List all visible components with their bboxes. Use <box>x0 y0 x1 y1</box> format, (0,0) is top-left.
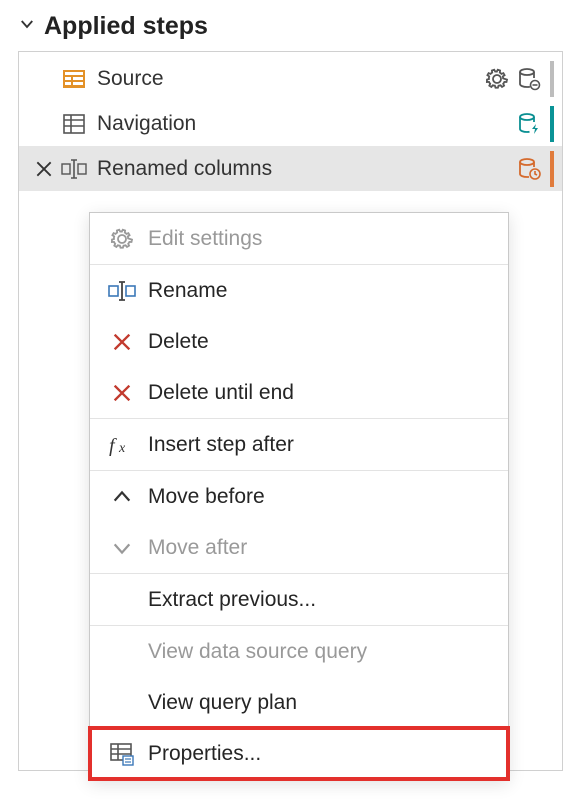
step-label: Navigation <box>97 112 516 136</box>
menu-label: Properties... <box>148 742 261 766</box>
menu-label: View query plan <box>148 691 297 715</box>
step-navigation[interactable]: Navigation <box>19 101 562 146</box>
menu-label: Delete <box>148 330 209 354</box>
step-actions <box>516 151 554 187</box>
step-marker <box>550 106 554 142</box>
menu-edit-settings: Edit settings <box>90 213 508 264</box>
menu-rename[interactable]: Rename <box>90 265 508 316</box>
menu-delete[interactable]: Delete <box>90 316 508 367</box>
section-title: Applied steps <box>44 12 208 41</box>
menu-label: View data source query <box>148 640 367 664</box>
source-table-icon <box>61 66 87 92</box>
db-minus-icon[interactable] <box>516 66 542 92</box>
menu-label: Delete until end <box>148 381 294 405</box>
menu-extract-previous[interactable]: Extract previous... <box>90 574 508 625</box>
context-menu: Edit settings Rename Delete <box>89 212 509 780</box>
menu-label: Move before <box>148 485 265 509</box>
close-icon[interactable] <box>33 158 55 180</box>
table-icon <box>61 111 87 137</box>
blank-icon <box>104 585 140 615</box>
rename-column-icon <box>61 156 87 182</box>
applied-steps-panel: Source <box>18 51 563 771</box>
gear-icon <box>104 224 140 254</box>
delete-x-icon <box>104 327 140 357</box>
fx-icon: f x <box>104 430 140 460</box>
blank-icon <box>104 637 140 667</box>
menu-properties[interactable]: Properties... <box>90 728 508 779</box>
menu-view-query-plan[interactable]: View query plan <box>90 677 508 728</box>
delete-x-icon <box>104 378 140 408</box>
step-renamed-columns[interactable]: Renamed columns <box>19 146 562 191</box>
chevron-up-icon <box>104 482 140 512</box>
menu-insert-step-after[interactable]: f x Insert step after <box>90 419 508 470</box>
blank-icon <box>104 688 140 718</box>
db-bolt-icon[interactable] <box>516 111 542 137</box>
gear-icon[interactable] <box>484 66 510 92</box>
menu-view-data-source-query: View data source query <box>90 626 508 677</box>
chevron-down-icon <box>104 533 140 563</box>
menu-label: Extract previous... <box>148 588 316 612</box>
menu-move-after: Move after <box>90 522 508 573</box>
menu-label: Insert step after <box>148 433 294 457</box>
menu-label: Edit settings <box>148 227 262 251</box>
step-label: Renamed columns <box>97 157 516 181</box>
svg-text:x: x <box>118 441 126 456</box>
step-actions <box>484 61 554 97</box>
step-marker <box>550 61 554 97</box>
svg-text:f: f <box>109 435 117 456</box>
table-properties-icon <box>104 739 140 769</box>
step-marker <box>550 151 554 187</box>
rename-icon <box>104 276 140 306</box>
db-clock-icon[interactable] <box>516 156 542 182</box>
step-label: Source <box>97 67 484 91</box>
menu-move-before[interactable]: Move before <box>90 471 508 522</box>
menu-label: Move after <box>148 536 247 560</box>
chevron-down-icon <box>18 15 36 39</box>
applied-steps-header[interactable]: Applied steps <box>18 12 563 41</box>
step-actions <box>516 106 554 142</box>
menu-label: Rename <box>148 279 227 303</box>
step-source[interactable]: Source <box>19 56 562 101</box>
menu-delete-until-end[interactable]: Delete until end <box>90 367 508 418</box>
